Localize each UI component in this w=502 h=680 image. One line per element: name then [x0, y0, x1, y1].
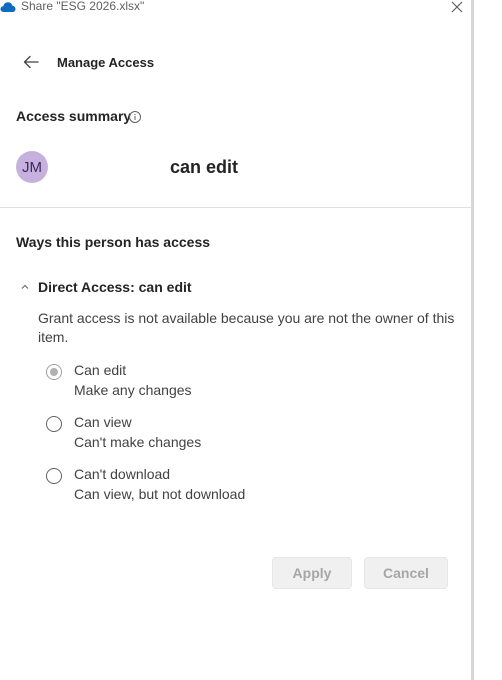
title-bar: Share "ESG 2026.xlsx"	[0, 0, 471, 16]
option-can-view[interactable]: Can view Can't make changes	[46, 414, 426, 455]
info-icon[interactable]	[128, 110, 142, 124]
divider	[0, 207, 471, 208]
back-arrow-icon[interactable]	[22, 53, 40, 71]
option-description: Can view, but not download	[74, 486, 246, 502]
close-icon[interactable]	[450, 0, 464, 14]
page-title: Manage Access	[57, 55, 155, 70]
radio-can-edit[interactable]	[46, 364, 62, 380]
cancel-button[interactable]: Cancel	[364, 557, 448, 589]
radio-can-view[interactable]	[46, 416, 62, 432]
option-description: Can't make changes	[74, 434, 202, 450]
window-title: Share "ESG 2026.xlsx"	[21, 0, 145, 13]
option-label: Can edit	[74, 362, 127, 378]
option-label: Can view	[74, 414, 132, 430]
avatar: JM	[16, 151, 48, 183]
share-dialog: Share "ESG 2026.xlsx" Manage Access Acce…	[0, 0, 471, 680]
access-summary-label: Access summary	[16, 108, 132, 124]
radio-cant-download[interactable]	[46, 468, 62, 484]
option-cant-download[interactable]: Can't download Can view, but not downloa…	[46, 466, 426, 507]
ways-heading: Ways this person has access	[16, 234, 211, 250]
grant-access-note: Grant access is not available because yo…	[38, 310, 455, 345]
chevron-up-icon[interactable]	[20, 282, 30, 292]
option-description: Make any changes	[74, 382, 192, 398]
permission-summary: can edit	[170, 157, 239, 177]
background-area	[474, 0, 502, 680]
apply-button[interactable]: Apply	[272, 557, 352, 589]
cloud-icon	[0, 2, 16, 13]
option-label: Can't download	[74, 466, 171, 482]
direct-access-toggle[interactable]: Direct Access: can edit	[38, 279, 192, 295]
option-can-edit[interactable]: Can edit Make any changes	[46, 362, 426, 403]
